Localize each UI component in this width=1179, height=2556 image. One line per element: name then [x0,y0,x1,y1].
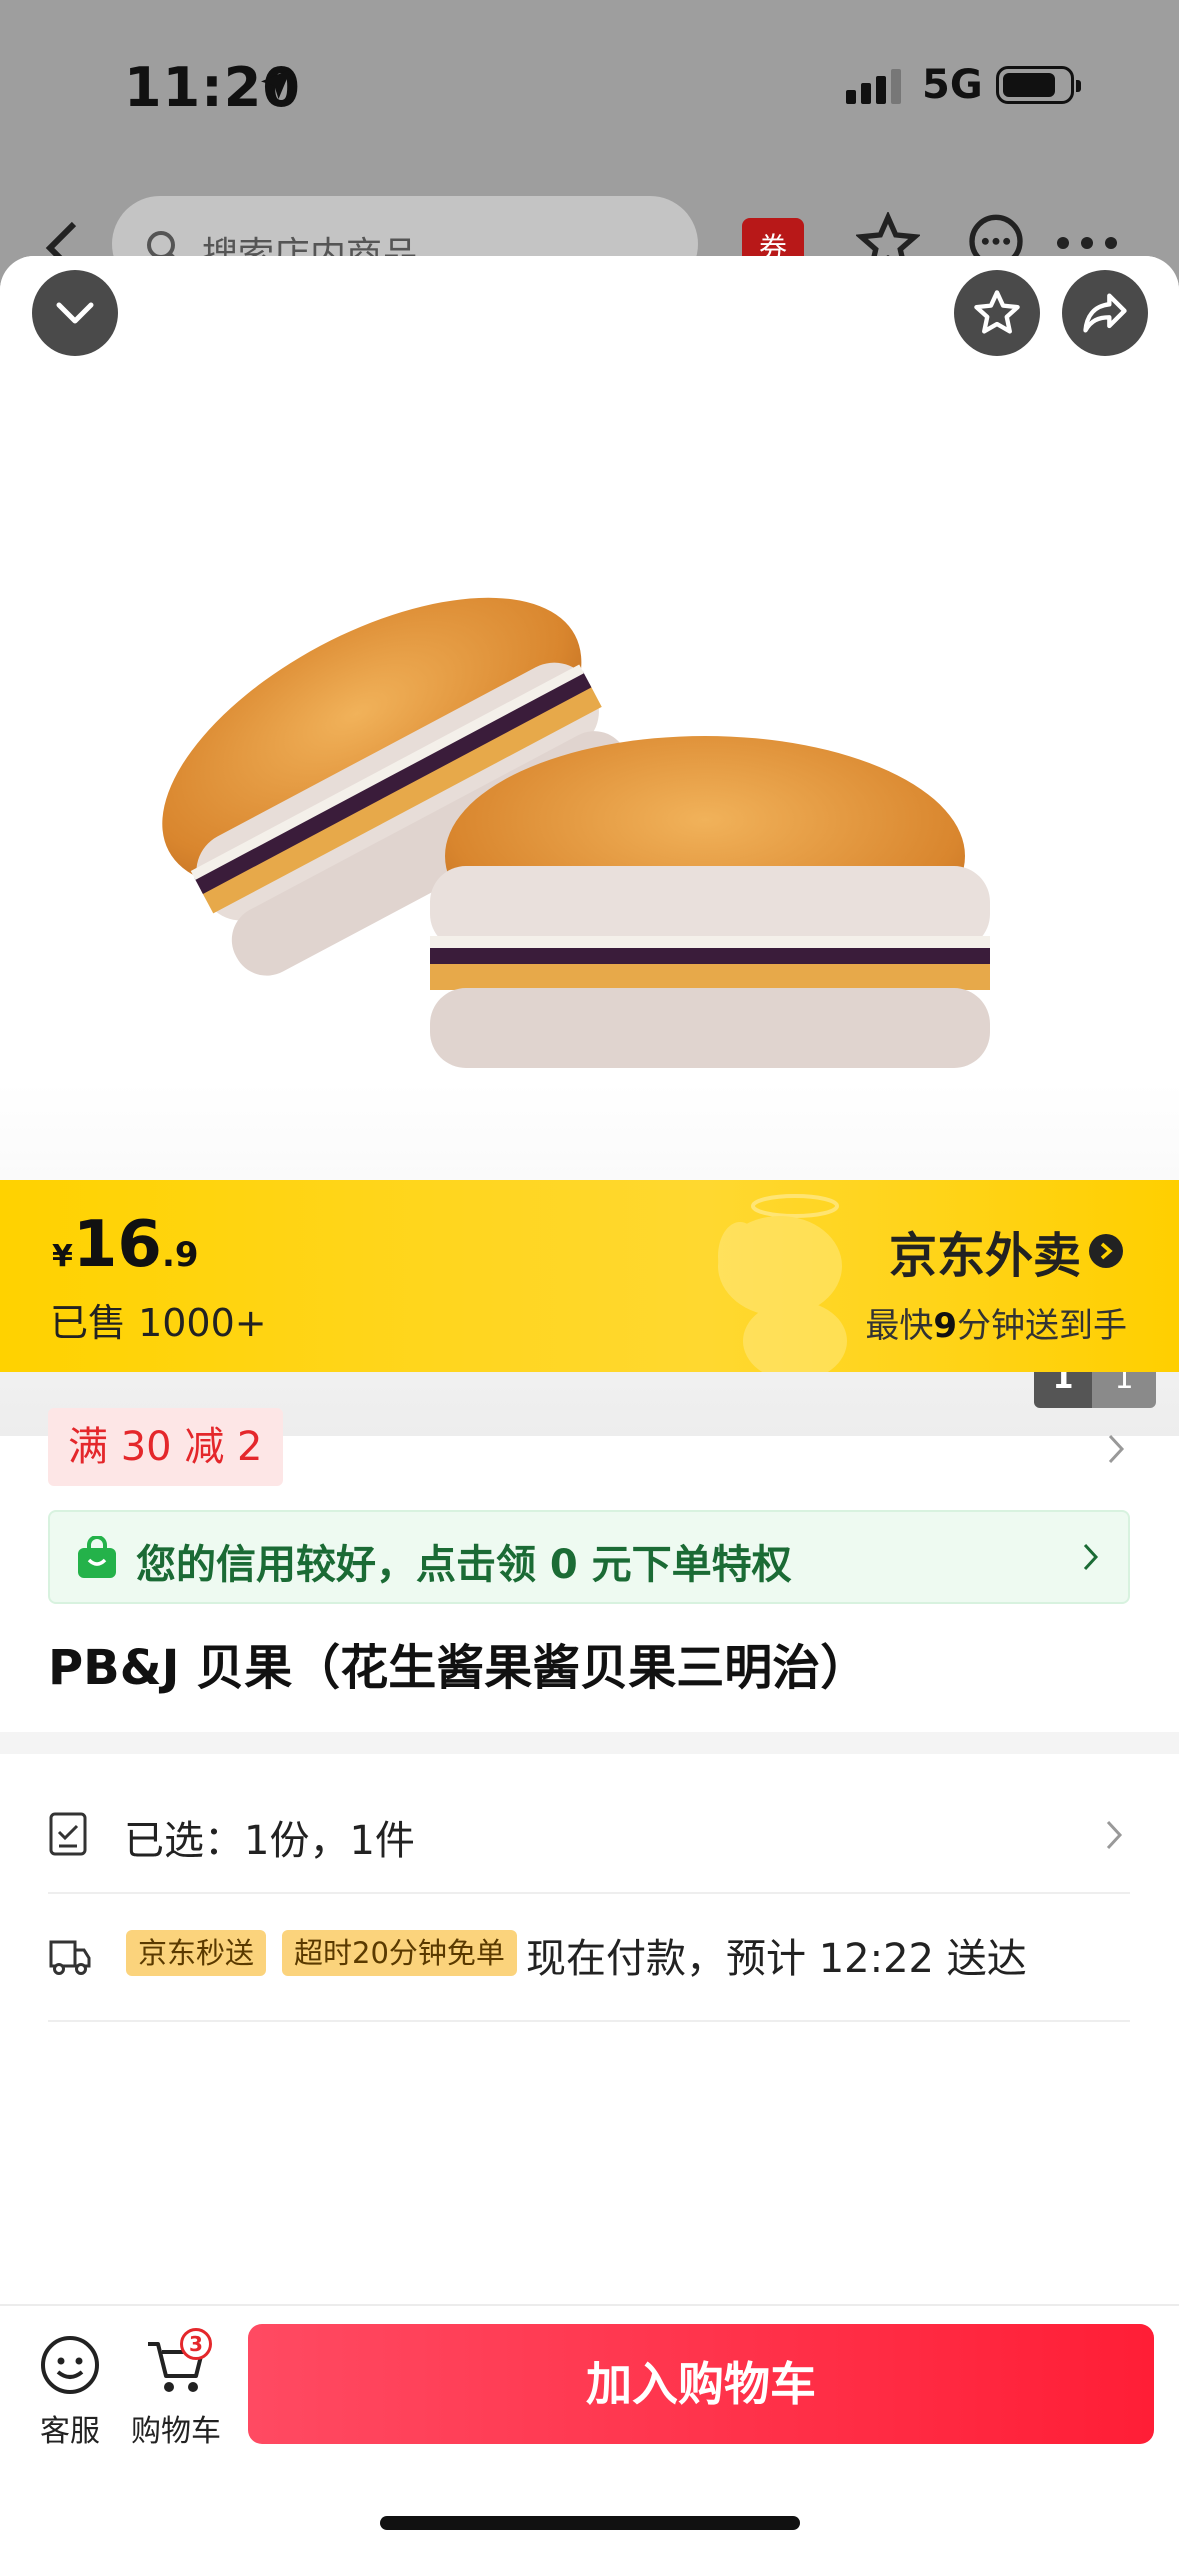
delivery-estimate-text: 现在付款，预计 12:22 送达 [526,1936,1027,1982]
collapse-button[interactable] [32,270,118,356]
customer-service-label: 客服 [40,2414,100,2449]
share-icon [1083,293,1127,333]
promo-badge[interactable]: 满 30 减 2 [48,1408,283,1486]
price-currency: ¥ [52,1239,73,1274]
chevron-right-circle-icon [1089,1234,1123,1268]
customer-service-button[interactable]: 客服 [22,2328,118,2450]
shopping-bag-icon [78,1536,116,1578]
jd-express-tag: 京东秒送 [126,1930,267,1976]
delivery-speed-note: 最快9分钟送到手 [865,1306,1127,1346]
credit-privilege-banner[interactable]: 您的信用较好，点击领 0 元下单特权 [48,1510,1130,1604]
delivery-row[interactable]: 京东秒送 超时20分钟免单 现在付款，预计 12:22 送达 [48,1896,1130,2022]
price-integer: 16 [72,1208,162,1282]
add-to-cart-button[interactable]: 加入购物车 [248,2324,1154,2444]
customer-service-icon [41,2336,99,2394]
credit-banner-text: 您的信用较好，点击领 0 元下单特权 [136,1542,792,1588]
sold-count: 已售 1000+ [50,1301,267,1345]
checklist-icon [49,1812,87,1856]
cellular-signal-icon [846,69,901,104]
network-type: 5G [922,62,983,108]
share-button[interactable] [1062,270,1148,356]
mascot-dog-watermark [718,1194,847,1372]
selected-spec-text: 已选：1份，1件 [124,1818,415,1864]
chevron-right-icon[interactable] [1106,1432,1126,1466]
location-arrow-icon [261,69,291,99]
chevron-right-icon [1106,1820,1123,1850]
cart-button[interactable]: 3 购物车 [128,2328,224,2450]
brand-label: 京东外卖 [888,1228,1081,1284]
price-decimal: .9 [161,1235,199,1275]
status-bar: 11:20 5G [0,0,1179,180]
late-free-order-tag: 超时20分钟免单 [282,1930,517,1976]
price: ¥16.9 [52,1208,199,1282]
product-image [162,597,990,1068]
chevron-down-icon [56,302,94,324]
product-title: PB&J 贝果（花生酱果酱贝果三明治） [48,1640,869,1696]
cart-label: 购物车 [131,2414,221,2449]
battery-icon [996,66,1081,104]
product-detail-sheet: 1 1 [0,256,1179,2556]
chevron-right-icon [1083,1543,1099,1571]
more-icon [1057,237,1117,249]
section-divider [0,1732,1179,1754]
jd-takeaway-brand[interactable]: 京东外卖 [889,1216,1123,1286]
star-icon [974,290,1020,334]
cart-count-badge: 3 [180,2328,212,2360]
price-band: ¥16.9 已售 1000+ 京东外卖 最快9分钟送到手 [0,1180,1179,1372]
home-indicator [380,2516,800,2530]
selected-spec-row[interactable]: 已选：1份，1件 [48,1782,1130,1894]
delivery-truck-icon [49,1940,91,1975]
favorite-button[interactable] [954,270,1040,356]
